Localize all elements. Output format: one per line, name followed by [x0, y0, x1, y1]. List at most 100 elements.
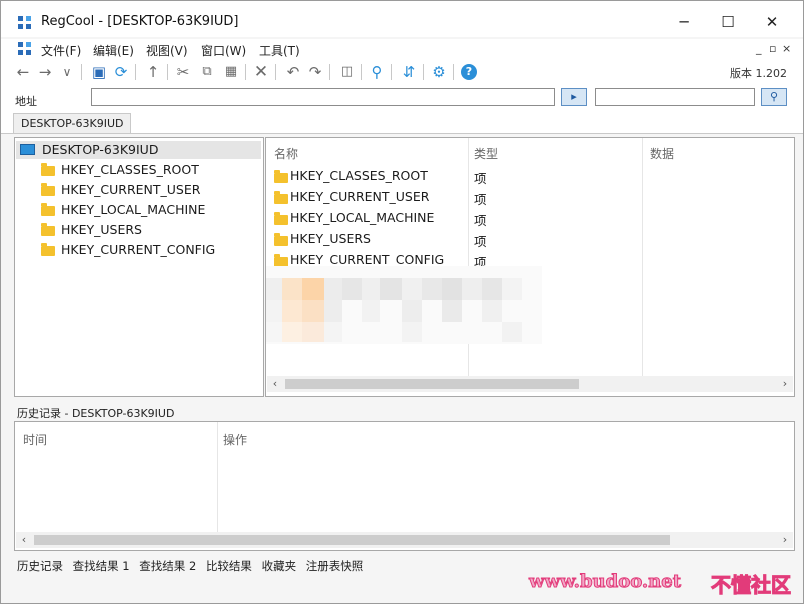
scroll-right-icon[interactable]: ›: [777, 532, 793, 548]
column-divider: [217, 422, 218, 534]
list-row-name[interactable]: HKEY_CURRENT_USER: [290, 189, 429, 204]
go-button[interactable]: ▸: [561, 88, 587, 106]
menu-edit[interactable]: 编辑(E): [93, 42, 134, 59]
dropdown-icon[interactable]: ∨: [57, 62, 77, 82]
folder-icon: [274, 212, 288, 225]
folder-icon: [41, 243, 55, 256]
help-icon[interactable]: ?: [461, 64, 477, 80]
go-icon: ▸: [571, 90, 577, 103]
magnifier-icon: ⚲: [769, 90, 779, 103]
list-row-type: 项: [474, 234, 487, 249]
list-row-name[interactable]: HKEY_USERS: [290, 231, 371, 246]
tab-desktop[interactable]: DESKTOP-63K9IUD: [13, 113, 132, 133]
scrollbar-thumb[interactable]: [34, 535, 670, 545]
menu-window[interactable]: 窗口(W): [201, 42, 246, 59]
regcool-menu-icon[interactable]: [18, 42, 32, 56]
delete-icon[interactable]: ✕: [251, 62, 271, 82]
copy-icon[interactable]: ⧉: [197, 62, 217, 82]
registry-tree: DESKTOP-63K9IUD HKEY_CLASSES_ROOT HKEY_C…: [14, 137, 264, 397]
folder-icon: [41, 223, 55, 236]
bottom-tab-find2[interactable]: 查找结果 2: [139, 559, 196, 573]
back-icon[interactable]: ←: [13, 62, 33, 82]
up-icon[interactable]: ↑: [143, 62, 163, 82]
pixelated-blur-overlay: [266, 266, 542, 344]
paste-icon[interactable]: ▦: [221, 62, 241, 82]
settings-icon[interactable]: ⚙: [429, 62, 449, 82]
scrollbar-thumb[interactable]: [285, 379, 579, 389]
address-input[interactable]: [91, 88, 555, 106]
watermark-site: www.budoo.net: [528, 571, 682, 593]
column-name-header[interactable]: 名称: [274, 145, 298, 162]
list-row-name[interactable]: HKEY_CLASSES_ROOT: [290, 168, 428, 183]
compare-icon[interactable]: ⇵: [399, 62, 419, 82]
list-row-name[interactable]: HKEY_CURRENT_CONFIG: [290, 252, 444, 267]
search-icon[interactable]: ⚲: [367, 62, 387, 82]
computer-icon: [20, 144, 35, 155]
toolbar: ← → ∨ ▣ ⟳ ↑ ✂ ⧉ ▦ ✕ ↶ ↷ ◫ ⚲ ⇵ ⚙ ? 版本 1.2…: [1, 59, 803, 85]
address-label: 地址: [15, 95, 37, 108]
list-row-type: 项: [474, 192, 487, 207]
minimize-button[interactable]: ─: [661, 9, 707, 35]
column-type-header[interactable]: 类型: [474, 145, 498, 162]
history-panel: 时间 操作 ‹ ›: [14, 421, 795, 551]
bottom-tab-bar: 历史记录 查找结果 1 查找结果 2 比较结果 收藏夹 注册表快照: [17, 558, 363, 574]
mdi-restore-button[interactable]: ▫: [769, 42, 776, 55]
site-watermark: www.budoo.net 不懂社区: [521, 569, 801, 599]
redo-icon[interactable]: ↷: [305, 62, 325, 82]
cut-icon[interactable]: ✂: [173, 62, 193, 82]
folder-icon: [41, 183, 55, 196]
maximize-button[interactable]: ☐: [705, 9, 751, 35]
version-label: 版本 1.202: [730, 67, 787, 80]
title-bar: RegCool - [DESKTOP-63K9IUD] ─ ☐ ✕: [1, 1, 803, 37]
window-title: RegCool - [DESKTOP-63K9IUD]: [41, 14, 239, 29]
undo-icon[interactable]: ↶: [283, 62, 303, 82]
close-button[interactable]: ✕: [749, 9, 795, 35]
tree-node-hkcr[interactable]: HKEY_CLASSES_ROOT: [61, 162, 199, 177]
watermark-brand: 不懂社区: [711, 573, 792, 598]
bottom-tab-snapshot[interactable]: 注册表快照: [306, 559, 364, 573]
tab-strip: DESKTOP-63K9IUD: [1, 111, 803, 134]
regcool-logo-icon: [18, 16, 32, 30]
bottom-tab-compare[interactable]: 比较结果: [206, 559, 252, 573]
scroll-left-icon[interactable]: ‹: [16, 532, 32, 548]
menu-bar: 文件(F) 编辑(E) 视图(V) 窗口(W) 工具(T) _ ▫ ×: [1, 39, 803, 59]
menu-file[interactable]: 文件(F): [41, 42, 81, 59]
computer-icon[interactable]: ▣: [89, 62, 109, 82]
menu-view[interactable]: 视图(V): [146, 42, 188, 59]
mdi-close-button[interactable]: ×: [782, 42, 791, 55]
folder-icon: [41, 203, 55, 216]
new-key-icon[interactable]: ◫: [337, 62, 357, 82]
scroll-right-icon[interactable]: ›: [777, 376, 793, 392]
tree-root[interactable]: DESKTOP-63K9IUD: [42, 142, 158, 157]
list-row-type: 项: [474, 171, 487, 186]
search-button[interactable]: ⚲: [761, 88, 787, 106]
bottom-tab-find1[interactable]: 查找结果 1: [73, 559, 130, 573]
value-list: 名称 类型 数据 HKEY_CLASSES_ROOT 项 HKEY_CURREN…: [265, 137, 795, 397]
history-panel-title: 历史记录 - DESKTOP-63K9IUD: [17, 407, 175, 420]
tree-node-hkcc[interactable]: HKEY_CURRENT_CONFIG: [61, 242, 215, 257]
menu-tools[interactable]: 工具(T): [259, 42, 300, 59]
list-row-name[interactable]: HKEY_LOCAL_MACHINE: [290, 210, 434, 225]
history-time-header[interactable]: 时间: [23, 431, 47, 448]
app-window: RegCool - [DESKTOP-63K9IUD] ─ ☐ ✕ 文件(F) …: [0, 0, 804, 604]
search-input[interactable]: [595, 88, 755, 106]
folder-icon: [274, 233, 288, 246]
list-horizontal-scrollbar[interactable]: ‹ ›: [267, 376, 793, 392]
mdi-minimize-button[interactable]: _: [756, 42, 762, 55]
bottom-tab-history[interactable]: 历史记录: [17, 559, 63, 573]
folder-icon: [274, 191, 288, 204]
scroll-left-icon[interactable]: ‹: [267, 376, 283, 392]
list-row-type: 项: [474, 213, 487, 228]
history-action-header[interactable]: 操作: [223, 431, 247, 448]
forward-icon[interactable]: →: [35, 62, 55, 82]
tree-node-hklm[interactable]: HKEY_LOCAL_MACHINE: [61, 202, 205, 217]
column-data-header[interactable]: 数据: [650, 145, 674, 162]
tree-node-hku[interactable]: HKEY_USERS: [61, 222, 142, 237]
tree-node-hkcu[interactable]: HKEY_CURRENT_USER: [61, 182, 200, 197]
bottom-tab-favorites[interactable]: 收藏夹: [262, 559, 297, 573]
folder-icon: [41, 163, 55, 176]
address-bar: 地址 ▸ ⚲: [1, 85, 803, 111]
history-horizontal-scrollbar[interactable]: ‹ ›: [16, 532, 793, 548]
refresh-icon[interactable]: ⟳: [111, 62, 131, 82]
column-divider: [642, 138, 643, 378]
